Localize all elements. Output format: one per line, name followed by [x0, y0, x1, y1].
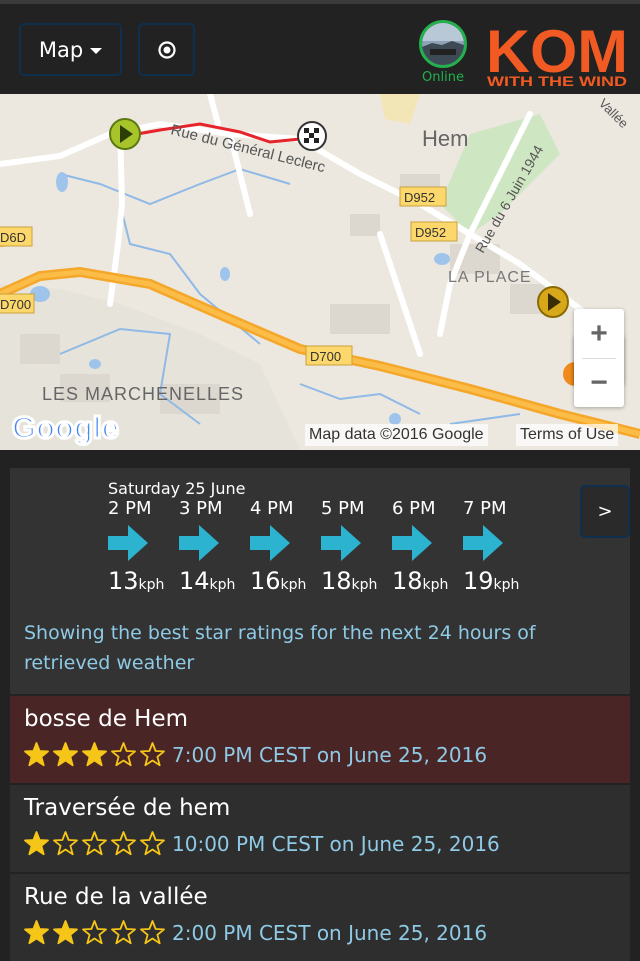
star-empty-icon — [82, 920, 107, 945]
road-sign-d700: D700 — [310, 349, 341, 364]
segment-row[interactable]: Traversée de hem 10:00 PM CEST on June 25… — [10, 785, 630, 872]
zoom-control: + − — [574, 309, 624, 407]
forecast-wind-speed: 16kph — [250, 567, 307, 595]
finish-marker[interactable] — [297, 121, 327, 151]
user-status[interactable]: Online — [418, 20, 468, 85]
segment-best-time: 2:00 PM CEST on June 25, 2016 — [172, 920, 488, 945]
terms-of-use-link[interactable]: Terms of Use — [516, 424, 619, 446]
speed-unit: kph — [422, 577, 449, 593]
segment-best-time: 7:00 PM CEST on June 25, 2016 — [172, 742, 488, 767]
forecast-hour: 5 PM 18kph — [321, 498, 381, 595]
forecast-wind-speed: 19kph — [463, 567, 520, 595]
forecast-info-text: Showing the best star ratings for the ne… — [24, 622, 536, 674]
map-canvas[interactable]: Rue du Général Leclerc Hem Rue du 6 Juin… — [0, 94, 640, 450]
zoom-divider — [582, 358, 616, 359]
star-rating: 2:00 PM CEST on June 25, 2016 — [24, 920, 487, 945]
forecast-hour: 3 PM 14kph — [179, 498, 239, 595]
forecast-hour: 2 PM 13kph — [108, 498, 168, 595]
star-empty-icon — [111, 742, 136, 767]
zoom-in-button[interactable]: + — [574, 309, 624, 358]
star-filled-icon — [24, 742, 49, 767]
wind-arrow-icon — [321, 525, 381, 565]
forecast-hour-time: 5 PM — [321, 498, 365, 519]
route-map[interactable]: Rue du Général Leclerc Hem Rue du 6 Juin… — [0, 94, 640, 450]
forecast-hour: 6 PM 18kph — [392, 498, 452, 595]
wind-arrow-icon — [392, 525, 452, 565]
start-marker[interactable] — [109, 118, 141, 150]
segment-marker[interactable] — [537, 286, 569, 318]
avatar-image — [422, 23, 464, 65]
star-filled-icon — [24, 920, 49, 945]
forecast-hour-time: 2 PM — [108, 498, 152, 519]
star-filled-icon — [53, 920, 78, 945]
wind-arrow-icon — [108, 525, 168, 565]
road-sign-d952: D952 — [415, 225, 446, 240]
star-empty-icon — [140, 742, 165, 767]
map-label-hem: Hem — [422, 126, 468, 151]
avatar[interactable] — [419, 20, 467, 68]
app-header: Map Online KOM WITH THE WIND — [0, 4, 640, 94]
speed-unit: kph — [493, 577, 520, 593]
locate-button[interactable] — [138, 23, 195, 76]
wind-arrow-icon — [250, 525, 310, 565]
forecast-day: Saturday 25 June — [108, 479, 246, 498]
logo-tagline: WITH THE WIND — [487, 73, 627, 88]
speed-unit: kph — [280, 577, 307, 593]
map-view-label: Map — [38, 37, 84, 62]
forecast-hour: 4 PM 16kph — [250, 498, 310, 595]
forecast-hour-time: 7 PM — [463, 498, 507, 519]
segment-name: Traversée de hem — [24, 795, 231, 821]
star-empty-icon — [53, 831, 78, 856]
speed-unit: kph — [138, 577, 165, 593]
segment-best-time: 10:00 PM CEST on June 25, 2016 — [172, 831, 500, 856]
next-forecast-button[interactable]: > — [580, 485, 630, 538]
star-rating: 10:00 PM CEST on June 25, 2016 — [24, 831, 500, 856]
segment-name: Rue de la vallée — [24, 884, 208, 910]
kom-logo: KOM WITH THE WIND — [486, 18, 630, 89]
road-sign-d6d: D6D — [0, 230, 26, 245]
forecast-wind-speed: 18kph — [321, 567, 378, 595]
wind-arrow-icon — [463, 525, 523, 565]
segment-name: bosse de Hem — [24, 706, 189, 732]
star-empty-icon — [140, 831, 165, 856]
star-empty-icon — [140, 920, 165, 945]
forecast-hour-time: 6 PM — [392, 498, 436, 519]
segment-row[interactable]: Rue de la vallée 2:00 PM CEST on June 25,… — [10, 874, 630, 961]
forecast-wind-speed: 18kph — [392, 567, 449, 595]
map-label-la-place: LA PLACE — [448, 269, 532, 286]
map-label-marchenelles: LES MARCHENELLES — [42, 384, 244, 404]
star-filled-icon — [53, 742, 78, 767]
target-icon — [157, 40, 176, 59]
road-sign-d700: D700 — [0, 297, 31, 312]
star-empty-icon — [111, 920, 136, 945]
speed-unit: kph — [209, 577, 236, 593]
map-view-dropdown[interactable]: Map — [19, 23, 122, 76]
star-filled-icon — [24, 831, 49, 856]
online-status-text: Online — [422, 70, 464, 85]
forecast-hour-time: 3 PM — [179, 498, 223, 519]
forecast-hour: 7 PM 19kph — [463, 498, 523, 595]
road-sign-d952: D952 — [404, 190, 435, 205]
speed-unit: kph — [351, 577, 378, 593]
star-rating: 7:00 PM CEST on June 25, 2016 — [24, 742, 487, 767]
forecast-wind-speed: 13kph — [108, 567, 165, 595]
segment-row[interactable]: bosse de Hem 7:00 PM CEST on June 25, 201… — [10, 696, 630, 783]
map-attribution: Map data ©2016 Google — [305, 424, 488, 446]
forecast-wind-speed: 14kph — [179, 567, 236, 595]
zoom-out-button[interactable]: − — [574, 358, 624, 407]
caret-down-icon — [90, 48, 103, 54]
star-filled-icon — [82, 742, 107, 767]
star-empty-icon — [82, 831, 107, 856]
google-logo-text: Google — [12, 410, 119, 445]
google-logo: Google — [11, 409, 121, 447]
wind-arrow-icon — [179, 525, 239, 565]
star-empty-icon — [111, 831, 136, 856]
forecast-hour-time: 4 PM — [250, 498, 294, 519]
